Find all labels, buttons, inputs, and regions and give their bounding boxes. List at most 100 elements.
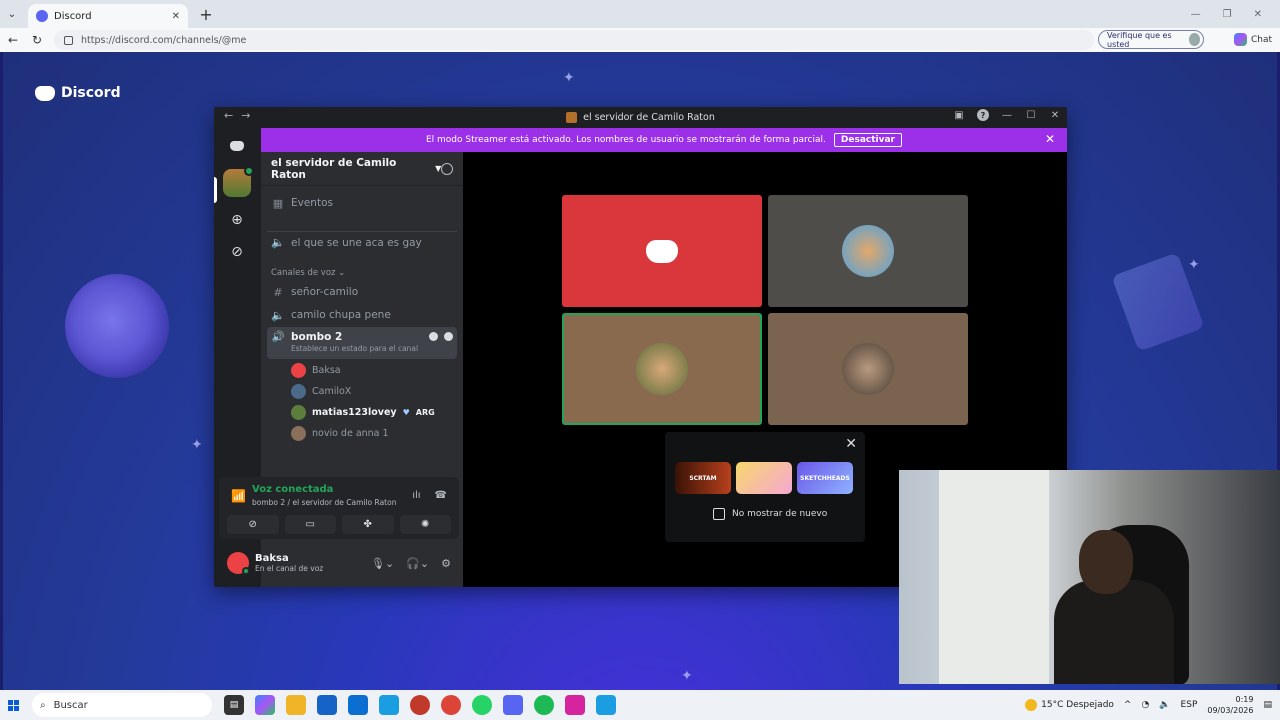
- start-button[interactable]: [0, 690, 26, 720]
- activity-thumbnail[interactable]: SCRTAM: [675, 462, 731, 494]
- store-icon[interactable]: [317, 695, 337, 715]
- browser-window-controls: — ❐ ✕: [1191, 9, 1280, 20]
- discord-icon[interactable]: [503, 695, 523, 715]
- copilot-icon[interactable]: [255, 695, 275, 715]
- chrome-icon[interactable]: [441, 695, 461, 715]
- reload-icon[interactable]: ↻: [30, 33, 44, 47]
- participant-tile-speaking[interactable]: [562, 313, 762, 425]
- forward-arrow-icon[interactable]: →: [241, 109, 250, 122]
- add-server-button[interactable]: ⊕: [223, 206, 251, 234]
- app-icon[interactable]: [410, 695, 430, 715]
- soundboard-button[interactable]: ✺: [399, 515, 451, 534]
- voice-member[interactable]: CamiloX: [291, 382, 351, 400]
- noise-suppression-icon[interactable]: ılı: [412, 490, 420, 501]
- copilot-chat-button[interactable]: Chat: [1234, 33, 1272, 46]
- channel-senor-camilo[interactable]: # señor-camilo: [267, 281, 457, 303]
- channel-voice-gay[interactable]: 🔈 el que se une aca es gay: [267, 231, 457, 253]
- channel-bombo-2[interactable]: 🔊 bombo 2 Establece un estado para el ca…: [267, 327, 457, 359]
- task-view-icon[interactable]: ▤: [224, 695, 244, 715]
- direct-messages-button[interactable]: [223, 132, 251, 160]
- activity-thumbnail[interactable]: SKETCHHEADS: [797, 462, 853, 494]
- events-item[interactable]: ▦ Eventos: [267, 192, 457, 214]
- explore-servers-button[interactable]: ⊘: [223, 238, 251, 266]
- member-name: Baksa: [312, 364, 341, 376]
- outlook-icon[interactable]: [348, 695, 368, 715]
- maximize-icon[interactable]: ☐: [1025, 110, 1037, 121]
- weather-widget[interactable]: 15°C Despejado: [1025, 699, 1114, 711]
- headphones-icon[interactable]: 🎧⌄: [406, 557, 429, 570]
- verify-identity-button[interactable]: Verifique que es usted: [1098, 30, 1204, 49]
- microphone-icon[interactable]: 🎙⌄: [371, 557, 394, 570]
- close-tab-icon[interactable]: ✕: [172, 11, 180, 22]
- profile-avatar-icon: [1188, 33, 1200, 46]
- site-info-icon[interactable]: [64, 35, 73, 45]
- disconnect-icon[interactable]: ☎: [435, 490, 447, 501]
- signal-icon[interactable]: 📶: [231, 489, 246, 503]
- browser-tab[interactable]: Discord ✕: [28, 4, 188, 28]
- screen-share-button[interactable]: ▭: [284, 515, 336, 534]
- taskbar: ⌕ Buscar ▤ 15°C Despejado ^ ◔ 🔈 ESP 0:19…: [0, 690, 1280, 720]
- close-window-icon[interactable]: ✕: [1254, 9, 1262, 20]
- dont-show-again-checkbox[interactable]: No mostrar de nuevo: [713, 508, 827, 520]
- server-header[interactable]: el servidor de Camilo Raton ▼: [261, 152, 463, 186]
- windows-logo-icon: [7, 699, 19, 711]
- minimize-icon[interactable]: —: [1001, 110, 1013, 121]
- voice-member[interactable]: novio de anna 1: [291, 424, 389, 442]
- date: 09/03/2026: [1207, 706, 1254, 715]
- language-indicator[interactable]: ESP: [1181, 700, 1198, 710]
- camera-off-button[interactable]: ⊘: [227, 515, 279, 534]
- discord-brand[interactable]: Discord: [35, 85, 121, 101]
- inbox-icon[interactable]: ▣: [953, 110, 965, 121]
- address-bar[interactable]: https://discord.com/channels/@me: [54, 30, 1094, 50]
- channel-camilo[interactable]: 🔈 camilo chupa pene: [267, 304, 457, 326]
- minimize-icon[interactable]: —: [1191, 9, 1201, 20]
- edge-icon[interactable]: [379, 695, 399, 715]
- discord-logo-icon: [230, 141, 244, 151]
- participant-tile[interactable]: [562, 195, 762, 307]
- close-icon[interactable]: ✕: [1049, 110, 1061, 121]
- settings-gear-icon[interactable]: ⚙: [441, 557, 451, 570]
- category-voice-channels[interactable]: Canales de voz ⌄: [271, 268, 345, 278]
- server-camilo-raton[interactable]: [223, 166, 254, 197]
- tray-chevron-icon[interactable]: ^: [1124, 700, 1132, 710]
- close-banner-icon[interactable]: ✕: [1045, 132, 1055, 146]
- voice-status-subtitle[interactable]: bombo 2 / el servidor de Camilo Raton: [252, 498, 396, 507]
- avatar[interactable]: [227, 552, 250, 575]
- time: 0:19: [1235, 695, 1254, 704]
- help-icon[interactable]: ?: [977, 109, 989, 121]
- search-label: Buscar: [53, 699, 88, 711]
- back-icon[interactable]: ←: [6, 33, 20, 47]
- chat-bubble-icon[interactable]: [429, 332, 438, 341]
- activities-button[interactable]: ✤: [342, 515, 394, 534]
- participant-tile[interactable]: [768, 195, 968, 307]
- taskbar-search[interactable]: ⌕ Buscar: [32, 693, 212, 717]
- file-explorer-icon[interactable]: [286, 695, 306, 715]
- new-tab-button[interactable]: +: [194, 5, 218, 24]
- close-popup-icon[interactable]: ✕: [845, 436, 857, 452]
- restore-icon[interactable]: ❐: [1223, 9, 1232, 20]
- voice-status-title[interactable]: Voz conectada: [252, 484, 333, 495]
- tab-list-chevron-icon[interactable]: ⌄: [0, 0, 24, 28]
- webcam-door: [939, 470, 1049, 684]
- checkbox-box[interactable]: [713, 508, 725, 520]
- whatsapp-icon[interactable]: [472, 695, 492, 715]
- voice-member[interactable]: matias123lovey ♥ ARG: [291, 403, 435, 421]
- participant-tile[interactable]: [768, 313, 968, 425]
- invite-people-icon[interactable]: [441, 162, 453, 175]
- wifi-icon[interactable]: ◔: [1141, 700, 1149, 710]
- deactivate-button[interactable]: Desactivar: [833, 133, 902, 147]
- volume-icon[interactable]: 🔈: [1159, 700, 1170, 710]
- clock[interactable]: 0:19 09/03/2026: [1207, 694, 1253, 716]
- channel-status[interactable]: Establece un estado para el canal: [291, 344, 453, 353]
- notifications-icon[interactable]: ▤: [1263, 700, 1272, 710]
- invite-to-channel-icon[interactable]: [444, 332, 453, 341]
- voice-member[interactable]: Baksa: [291, 361, 341, 379]
- spotify-icon[interactable]: [534, 695, 554, 715]
- edge-beta-icon[interactable]: [596, 695, 616, 715]
- discord-titlebar: el servidor de Camilo Raton: [214, 107, 1067, 127]
- avatar: [291, 425, 306, 441]
- instagram-icon[interactable]: [565, 695, 585, 715]
- activity-thumbnail[interactable]: [736, 462, 792, 494]
- voice-badge-icon: [244, 166, 254, 176]
- back-arrow-icon[interactable]: ←: [224, 109, 233, 122]
